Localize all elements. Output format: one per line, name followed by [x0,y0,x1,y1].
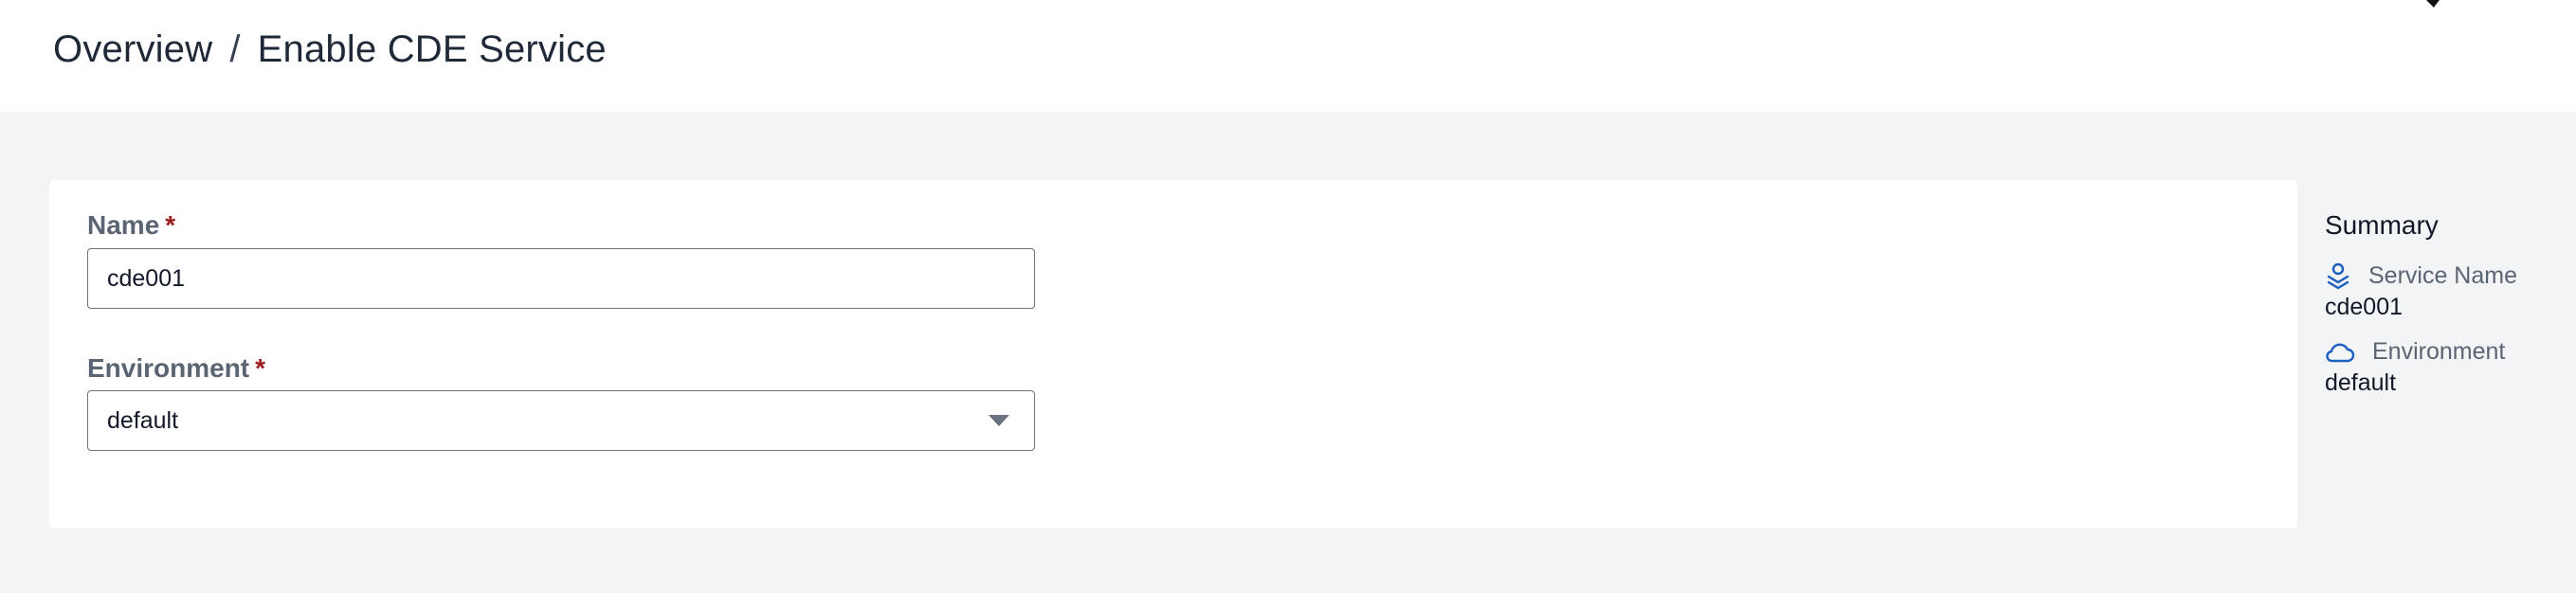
required-mark: * [255,353,266,383]
page-header: Overview / Enable CDE Service [0,0,2576,112]
cloud-icon [2325,341,2355,364]
breadcrumb: Overview / Enable CDE Service [53,28,607,71]
name-input[interactable] [87,248,1035,309]
summary-title: Summary [2325,210,2439,240]
name-label: Name * [87,210,176,240]
environment-label: Environment * [87,353,266,383]
required-mark: * [165,210,176,240]
breadcrumb-separator: / [229,27,241,70]
summary-item-label: Service Name [2368,261,2517,289]
environment-select[interactable]: default [87,390,1035,451]
mouse-cursor-icon [2426,0,2440,8]
page-title: Enable CDE Service [257,27,607,70]
summary-item-value: default [2325,369,2397,396]
breadcrumb-overview-link[interactable]: Overview [53,28,212,71]
summary-item-environment: Environment default [2325,338,2552,397]
summary-panel: Summary Service Name cde001 Environment … [2325,210,2552,414]
caret-down-icon [989,415,1009,426]
summary-item-service-name: Service Name cde001 [2325,261,2552,321]
form-card: Name* Environment* default [49,180,2297,529]
summary-item-value: cde001 [2325,294,2404,320]
environment-selected-value: default [107,406,179,434]
service-icon [2325,261,2351,290]
summary-item-label: Environment [2372,338,2506,365]
